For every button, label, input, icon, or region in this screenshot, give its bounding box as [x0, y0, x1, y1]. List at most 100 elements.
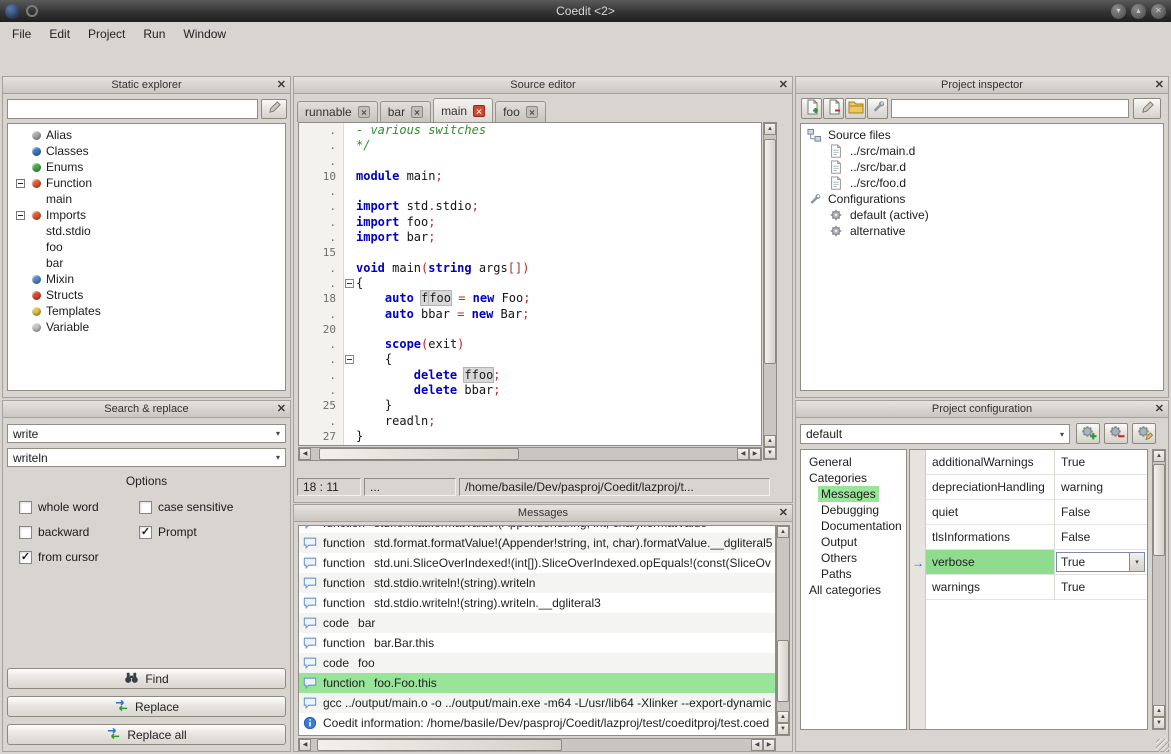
- property-row[interactable]: → tlsInformations False False ▾: [910, 525, 1147, 550]
- property-value-cell[interactable]: True True ▾: [1054, 550, 1147, 575]
- search-option-checkbox[interactable]: ✓ whole word: [19, 500, 139, 514]
- replace-button[interactable]: Replace: [7, 696, 286, 717]
- checkbox-box[interactable]: ✓: [19, 501, 32, 514]
- scroll-up-button[interactable]: ▲: [777, 526, 789, 538]
- panel-header[interactable]: Project configuration ✕: [796, 401, 1168, 418]
- fold-margin[interactable]: [343, 276, 356, 291]
- category-item[interactable]: Messages: [801, 486, 906, 502]
- project-tree-item[interactable]: ../src/foo.d: [801, 175, 1163, 191]
- scroll-thumb[interactable]: [777, 640, 789, 702]
- editor-horizontal-scrollbar[interactable]: ◀ ◀ ▶: [298, 447, 762, 461]
- property-row[interactable]: → depreciationHandling warning warning ▾: [910, 475, 1147, 500]
- message-row[interactable]: code foo: [299, 653, 775, 673]
- panel-header[interactable]: Search & replace ✕: [3, 401, 290, 418]
- message-row[interactable]: gcc ../output/main.o -o ../output/main.e…: [299, 693, 775, 713]
- close-button[interactable]: ✕: [1151, 4, 1166, 19]
- property-value-cell[interactable]: warning warning ▾: [1054, 475, 1147, 500]
- code-line[interactable]: 15: [299, 245, 761, 260]
- symbol-tree-item[interactable]: Imports: [8, 207, 285, 223]
- add-source-button[interactable]: [801, 98, 822, 119]
- scroll-up-button[interactable]: ▲: [764, 123, 776, 135]
- dropdown-icon[interactable]: ▾: [1060, 430, 1064, 439]
- message-row[interactable]: function foo.Foo.this: [299, 673, 775, 693]
- code-line[interactable]: .: [299, 184, 761, 199]
- message-row[interactable]: function std.stdio.writeln!(string).writ…: [299, 573, 775, 593]
- symbol-tree-item[interactable]: Classes: [8, 143, 285, 159]
- close-panel-icon[interactable]: ✕: [779, 78, 788, 91]
- collapse-icon[interactable]: [16, 179, 25, 188]
- code-line[interactable]: . delete bbar;: [299, 383, 761, 398]
- code-line[interactable]: 20: [299, 322, 761, 337]
- message-row[interactable]: function std.format.formatValue!(Appende…: [299, 533, 775, 553]
- symbol-tree-item[interactable]: bar: [8, 255, 285, 271]
- symbol-tree-item[interactable]: Alias: [8, 127, 285, 143]
- code-line[interactable]: 18 auto ffoo = new Foo;: [299, 291, 761, 306]
- messages-vertical-scrollbar[interactable]: ▲ ▲ ▼: [776, 525, 790, 736]
- checkbox-box[interactable]: ✓: [19, 551, 32, 564]
- panel-header[interactable]: Project inspector ✕: [796, 77, 1168, 94]
- resize-grip[interactable]: [1156, 739, 1169, 752]
- menu-item[interactable]: Window: [174, 23, 235, 45]
- code-editor[interactable]: .- various switches.*/.10module main;..i…: [298, 122, 762, 446]
- scroll-track[interactable]: [777, 538, 789, 711]
- symbol-tree-item[interactable]: main: [8, 191, 285, 207]
- code-line[interactable]: . delete ffoo;: [299, 368, 761, 383]
- filter-options-button[interactable]: [261, 99, 287, 119]
- symbol-tree-item[interactable]: Function: [8, 175, 285, 191]
- add-configuration-button[interactable]: [1076, 423, 1100, 444]
- close-panel-icon[interactable]: ✕: [779, 506, 788, 519]
- scroll-up-button[interactable]: ▲: [1153, 705, 1165, 717]
- message-row[interactable]: code bar: [299, 613, 775, 633]
- scroll-left-button[interactable]: ◀: [299, 448, 311, 460]
- tab-close-icon[interactable]: [411, 106, 423, 118]
- menu-item[interactable]: File: [3, 23, 40, 45]
- messages-horizontal-scrollbar[interactable]: ◀ ◀ ▶: [298, 738, 776, 751]
- close-panel-icon[interactable]: ✕: [277, 78, 286, 91]
- configuration-combobox[interactable]: default ▾: [800, 424, 1070, 444]
- fold-collapse-icon[interactable]: [345, 355, 354, 364]
- project-tree-item[interactable]: alternative: [801, 223, 1163, 239]
- checkbox-box[interactable]: ✓: [19, 526, 32, 539]
- category-item[interactable]: Debugging: [801, 502, 906, 518]
- scroll-left-button[interactable]: ◀: [737, 448, 749, 460]
- scroll-track[interactable]: [1153, 462, 1165, 705]
- symbol-tree-item[interactable]: Templates: [8, 303, 285, 319]
- category-item[interactable]: Documentation: [801, 518, 906, 534]
- code-line[interactable]: 27}: [299, 429, 761, 444]
- scroll-right-button[interactable]: ▶: [749, 448, 761, 460]
- symbol-filter-input[interactable]: [7, 99, 258, 119]
- scroll-left-button[interactable]: ◀: [299, 739, 311, 751]
- scroll-thumb[interactable]: [319, 448, 519, 460]
- add-folder-button[interactable]: [845, 98, 866, 119]
- property-value-cell[interactable]: False False ▾: [1054, 525, 1147, 550]
- search-option-checkbox[interactable]: ✓ from cursor: [19, 550, 139, 564]
- collapse-icon[interactable]: [16, 211, 25, 220]
- dropdown-icon[interactable]: ▾: [1129, 553, 1144, 571]
- search-option-checkbox[interactable]: ✓ Prompt: [139, 525, 286, 539]
- code-line[interactable]: . scope(exit): [299, 337, 761, 352]
- menu-item[interactable]: Edit: [40, 23, 79, 45]
- checkbox-box[interactable]: ✓: [139, 501, 152, 514]
- code-line[interactable]: . readln;: [299, 414, 761, 429]
- project-tree-item[interactable]: default (active): [801, 207, 1163, 223]
- dropdown-icon[interactable]: ▾: [276, 429, 280, 438]
- scroll-thumb[interactable]: [764, 139, 776, 364]
- search-option-checkbox[interactable]: ✓ case sensitive: [139, 500, 286, 514]
- code-line[interactable]: . {: [299, 352, 761, 367]
- scroll-track[interactable]: [764, 135, 776, 435]
- maximize-button[interactable]: ▴: [1131, 4, 1146, 19]
- code-line[interactable]: .: [299, 154, 761, 169]
- property-row[interactable]: → verbose True True ▾: [910, 550, 1147, 575]
- code-line[interactable]: .import foo;: [299, 215, 761, 230]
- message-row[interactable]: function std.stdio.writeln!(string).writ…: [299, 593, 775, 613]
- category-item[interactable]: General: [801, 454, 906, 470]
- symbol-tree-item[interactable]: Structs: [8, 287, 285, 303]
- code-line[interactable]: 25 }: [299, 398, 761, 413]
- scroll-track[interactable]: [311, 448, 737, 460]
- code-line[interactable]: .void main(string args[]): [299, 261, 761, 276]
- scroll-left-button[interactable]: ◀: [751, 739, 763, 751]
- fold-collapse-icon[interactable]: [345, 279, 354, 288]
- project-tree-item[interactable]: Source files: [801, 127, 1163, 143]
- property-value-cell[interactable]: True True ▾: [1054, 450, 1147, 475]
- editor-vertical-scrollbar[interactable]: ▲ ▲ ▼: [763, 122, 777, 460]
